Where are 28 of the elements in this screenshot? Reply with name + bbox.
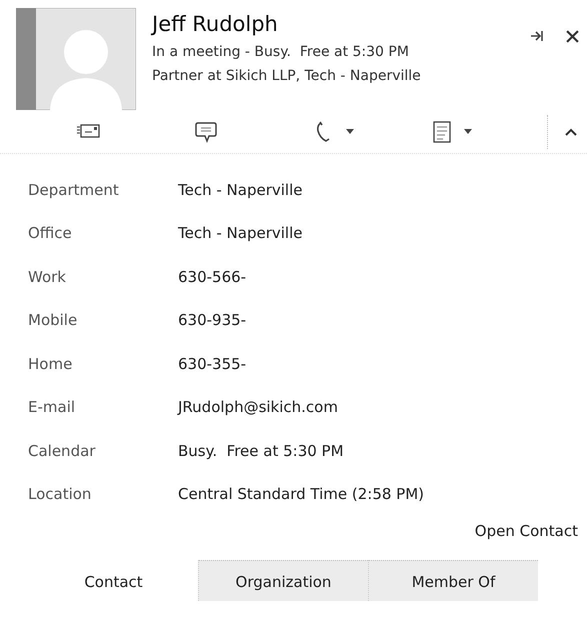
field-label: Home <box>28 354 74 373</box>
tab[interactable]: Organization <box>198 560 368 601</box>
field-value: Central Standard Time (2:58 PM) <box>178 485 424 504</box>
field-label: Department <box>28 180 120 199</box>
field-value: 630-355- <box>178 354 246 373</box>
field-value: 630-566- <box>178 268 246 286</box>
tab[interactable]: Member Of <box>368 560 538 601</box>
close-icon[interactable] <box>566 30 579 43</box>
field-value: 630-935- <box>178 311 246 330</box>
field-label: Office <box>28 224 73 242</box>
caret-icon <box>346 129 354 134</box>
field-label: E-mail <box>28 398 76 416</box>
contact-name: Jeff Rudolph <box>152 12 279 36</box>
field-label: Work <box>28 268 67 286</box>
speech-bubble-icon <box>194 120 218 142</box>
field-label: Calendar <box>28 442 96 460</box>
field-value: Busy. Free at 5:30 PM <box>178 442 344 460</box>
field-label: Mobile <box>28 311 78 330</box>
job-title: Partner at Sikich LLP, Tech - Naperville <box>152 67 422 86</box>
caret-icon <box>464 129 472 134</box>
pin-icon[interactable] <box>530 30 546 42</box>
field-value: JRudolph@sikich.com <box>178 398 338 416</box>
field-label: Location <box>28 485 92 504</box>
field-value: Tech - Naperville <box>178 224 302 242</box>
field-value: Tech - Naperville <box>178 180 302 199</box>
collapse-icon[interactable] <box>565 128 577 136</box>
status-text: In a meeting - Busy. Free at 5:30 PM <box>152 43 410 62</box>
open-contact-link[interactable]: Open Contact <box>474 522 578 540</box>
